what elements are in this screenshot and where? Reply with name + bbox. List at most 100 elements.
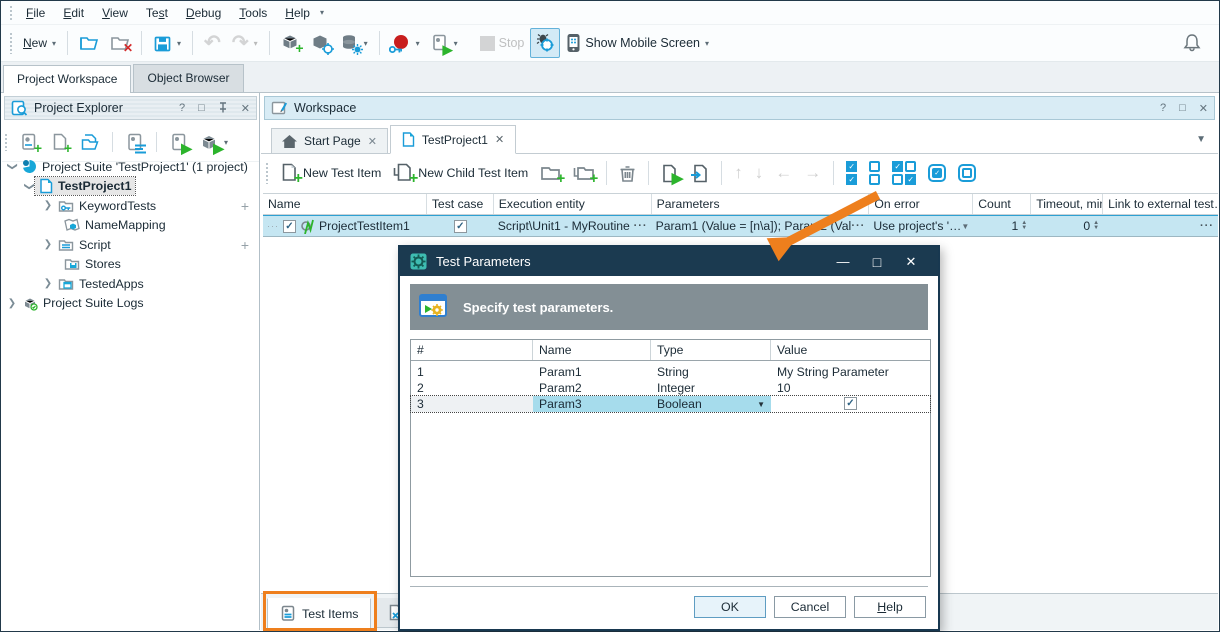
tab-testproject1[interactable]: TestProject1 ✕: [390, 125, 516, 154]
menu-help[interactable]: Help: [276, 3, 319, 23]
redo-button[interactable]: ↷▾: [227, 28, 263, 58]
run-selected-item-button[interactable]: [685, 158, 714, 188]
maximize-icon[interactable]: □: [198, 102, 205, 114]
caret-icon[interactable]: ❯: [42, 239, 54, 250]
col-type[interactable]: Type: [651, 340, 771, 360]
new-test-item-button[interactable]: + New Test Item: [275, 160, 386, 186]
caret-icon[interactable]: ❯: [7, 161, 18, 173]
delete-button[interactable]: [614, 158, 641, 188]
tree-item-keywordtests[interactable]: ❯ KeywordTests +: [2, 196, 259, 216]
tab-list-chevron-icon[interactable]: ▼: [1196, 134, 1206, 145]
object-spy-button[interactable]: [306, 28, 335, 58]
chevron-down-icon[interactable]: ▼: [961, 222, 969, 231]
column-header-test-case[interactable]: Test case: [427, 194, 494, 214]
new-child-group-button[interactable]: +: [568, 158, 599, 188]
column-header-execution-entity[interactable]: Execution entity: [494, 194, 652, 214]
help-icon[interactable]: ?: [1160, 102, 1166, 114]
tree-item-project-suite[interactable]: ❯ Project Suite 'TestProject1' (1 projec…: [2, 157, 259, 177]
move-left-button[interactable]: ←: [770, 158, 797, 188]
menu-test[interactable]: Test: [137, 3, 177, 23]
database-tables-button[interactable]: ▾: [336, 28, 373, 58]
chevron-down-icon[interactable]: ▼: [757, 400, 765, 409]
add-tested-app-button[interactable]: +: [276, 28, 305, 58]
tab-object-browser[interactable]: Object Browser: [133, 64, 243, 92]
save-all-button[interactable]: ▾: [148, 28, 186, 58]
tree-item-testproject1[interactable]: ❯ TestProject1: [2, 177, 259, 197]
undo-button[interactable]: ↶: [199, 28, 226, 58]
tree-item-project-suite-logs[interactable]: ❯ Project Suite Logs: [2, 294, 259, 314]
cancel-button[interactable]: Cancel: [774, 596, 846, 618]
add-item-button[interactable]: +: [241, 237, 249, 253]
disable-check-button[interactable]: [953, 158, 981, 188]
timeout-spinner[interactable]: ▲▼: [1093, 221, 1099, 231]
stop-button[interactable]: Stop: [475, 28, 530, 58]
ellipsis-button[interactable]: ···: [634, 220, 648, 232]
close-project-button[interactable]: ✕: [105, 28, 135, 58]
tab-start-page[interactable]: Start Page ✕: [271, 128, 388, 153]
move-down-button[interactable]: ↓: [750, 158, 769, 188]
caret-icon[interactable]: ❯: [24, 180, 35, 192]
column-header-name[interactable]: Name: [263, 194, 427, 214]
col-name[interactable]: Name: [533, 340, 651, 360]
record-test-button[interactable]: ▾: [386, 28, 425, 58]
run-project-button[interactable]: ▶ ▾: [426, 28, 463, 58]
close-icon[interactable]: ✕: [241, 102, 250, 115]
run-selected-item-button[interactable]: ▶: [165, 127, 192, 157]
col-value[interactable]: Value: [771, 340, 930, 360]
menu-debug[interactable]: Debug: [177, 3, 230, 23]
col-number[interactable]: #: [411, 340, 533, 360]
row-grip[interactable]: ···: [267, 221, 279, 231]
pin-icon[interactable]: [218, 102, 228, 115]
column-header-link-external[interactable]: Link to external test…: [1103, 194, 1218, 214]
maximize-icon[interactable]: □: [1179, 102, 1186, 114]
caret-icon[interactable]: ❯: [42, 200, 54, 211]
move-right-button[interactable]: →: [799, 158, 826, 188]
menu-file[interactable]: File: [17, 3, 54, 23]
help-icon[interactable]: ?: [179, 102, 185, 114]
menu-tools[interactable]: Tools: [230, 3, 276, 23]
organize-items-button[interactable]: [121, 127, 148, 157]
move-up-button[interactable]: ↑: [729, 158, 748, 188]
uncheck-all-button[interactable]: [864, 158, 885, 188]
timeout-value[interactable]: 0: [1083, 219, 1090, 233]
new-group-button[interactable]: +: [535, 158, 566, 188]
enable-check-button[interactable]: ✓: [923, 158, 951, 188]
check-all-button[interactable]: ✓ ✓: [841, 158, 862, 188]
close-icon[interactable]: ✕: [1199, 102, 1208, 115]
count-spinner[interactable]: ▲▼: [1021, 221, 1027, 231]
column-header-timeout[interactable]: Timeout, min: [1031, 194, 1103, 214]
show-mobile-screen-button[interactable]: Show Mobile Screen ▾: [561, 28, 714, 58]
tree-item-namemapping[interactable]: NameMapping: [2, 216, 259, 236]
ellipsis-button[interactable]: ···: [1200, 220, 1214, 232]
open-item-button[interactable]: [76, 127, 104, 157]
toolbar-grip[interactable]: [9, 5, 13, 21]
new-child-test-item-button[interactable]: + New Child Test Item: [388, 160, 533, 186]
run-focused-item-button[interactable]: ▶: [656, 158, 683, 188]
close-tab-icon[interactable]: ✕: [495, 133, 504, 146]
close-icon[interactable]: ✕: [894, 254, 928, 270]
parameter-row-2[interactable]: 2 Param2 Integer 10: [411, 380, 930, 396]
caret-icon[interactable]: ❯: [6, 298, 18, 309]
menu-view[interactable]: View: [93, 3, 137, 23]
tree-item-stores[interactable]: Stores: [2, 255, 259, 275]
tree-item-script[interactable]: ❯ Script +: [2, 235, 259, 255]
type-dropdown[interactable]: Boolean▼: [651, 396, 771, 412]
notifications-button[interactable]: [1177, 28, 1207, 58]
close-tab-icon[interactable]: ✕: [368, 135, 377, 148]
run-project-suite-button[interactable]: ▶ ▾: [195, 127, 233, 157]
column-header-count[interactable]: Count: [973, 194, 1031, 214]
toolbar-grip[interactable]: [9, 32, 13, 54]
boolean-value-checkbox-checked[interactable]: ✓: [844, 397, 857, 410]
row-checkbox-checked[interactable]: ✓: [283, 220, 296, 233]
execution-entity-value[interactable]: Script\Unit1 - MyRoutine: [498, 219, 634, 233]
test-case-checkbox-checked[interactable]: ✓: [454, 220, 467, 233]
help-button[interactable]: Help: [854, 596, 926, 618]
add-project-button[interactable]: +: [15, 127, 43, 157]
menu-overflow-icon[interactable]: ▾: [320, 8, 324, 17]
menu-edit[interactable]: Edit: [54, 3, 93, 23]
parameter-row-3-selected[interactable]: 3 Param3 Boolean▼ ✓: [411, 396, 930, 412]
parameter-row-1[interactable]: 1 Param1 String My String Parameter: [411, 364, 930, 380]
new-button[interactable]: New▾: [18, 28, 61, 58]
ok-button[interactable]: OK: [694, 596, 766, 618]
new-item-button[interactable]: +: [46, 127, 73, 157]
